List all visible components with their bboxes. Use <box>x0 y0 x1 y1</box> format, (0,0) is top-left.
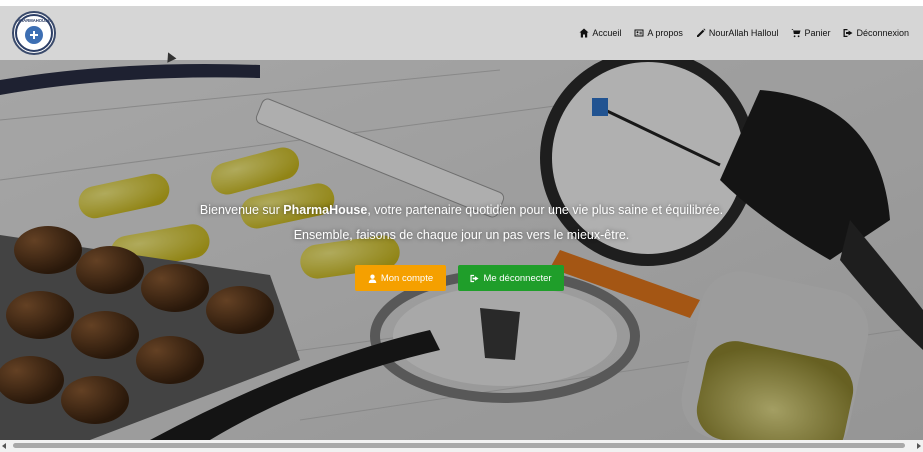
scrollbar-thumb[interactable] <box>13 443 905 448</box>
pencil-icon <box>696 28 706 37</box>
logout-button[interactable]: Me déconnecter <box>458 265 564 291</box>
id-card-icon <box>634 29 644 37</box>
nav-panier-label: Panier <box>804 28 831 38</box>
nav-accueil[interactable]: Accueil <box>579 28 621 38</box>
scroll-right-arrow-icon[interactable] <box>917 443 921 449</box>
nav-user-profile[interactable]: NourAllah Halloul <box>696 28 779 38</box>
hero-banner: Bienvenue sur PharmaHouse, votre partena… <box>0 60 923 440</box>
hero-welcome-line: Bienvenue sur PharmaHouse, votre partena… <box>0 203 923 217</box>
main-nav: Accueil A propos NourAllah Halloul Panie… <box>579 6 909 60</box>
user-icon <box>368 274 377 283</box>
page: PHARMAHOUSE Accueil A propos NourAllah H… <box>0 0 923 452</box>
nav-user-profile-label: NourAllah Halloul <box>708 28 779 38</box>
horizontal-scrollbar[interactable] <box>0 440 923 452</box>
pharmahouse-logo[interactable]: PHARMAHOUSE <box>12 11 56 55</box>
nav-a-propos-label: A propos <box>647 28 683 38</box>
cart-icon <box>791 29 801 38</box>
scroll-left-arrow-icon[interactable] <box>2 443 6 449</box>
my-account-label: Mon compte <box>380 272 434 284</box>
logo-emblem-icon: PHARMAHOUSE <box>15 14 53 52</box>
nav-deconnexion-label: Déconnexion <box>856 28 909 38</box>
sign-out-icon <box>843 29 853 37</box>
home-icon <box>579 28 589 38</box>
hero-tagline: Ensemble, faisons de chaque jour un pas … <box>293 228 630 242</box>
svg-text:PHARMAHOUSE: PHARMAHOUSE <box>17 18 50 23</box>
hero-welcome-suffix: , votre partenaire quotidien pour une vi… <box>367 203 724 217</box>
nav-deconnexion[interactable]: Déconnexion <box>843 28 909 38</box>
hero-background-image <box>0 60 923 440</box>
navbar: PHARMAHOUSE Accueil A propos NourAllah H… <box>0 6 923 60</box>
logout-label: Me déconnecter <box>483 272 552 284</box>
hero-brand-name: PharmaHouse <box>283 203 368 217</box>
my-account-button[interactable]: Mon compte <box>355 265 446 291</box>
nav-accueil-label: Accueil <box>592 28 622 38</box>
sign-out-icon <box>470 274 479 282</box>
hero-welcome-prefix: Bienvenue sur <box>199 203 284 217</box>
nav-a-propos[interactable]: A propos <box>634 28 683 38</box>
nav-panier[interactable]: Panier <box>791 28 830 38</box>
